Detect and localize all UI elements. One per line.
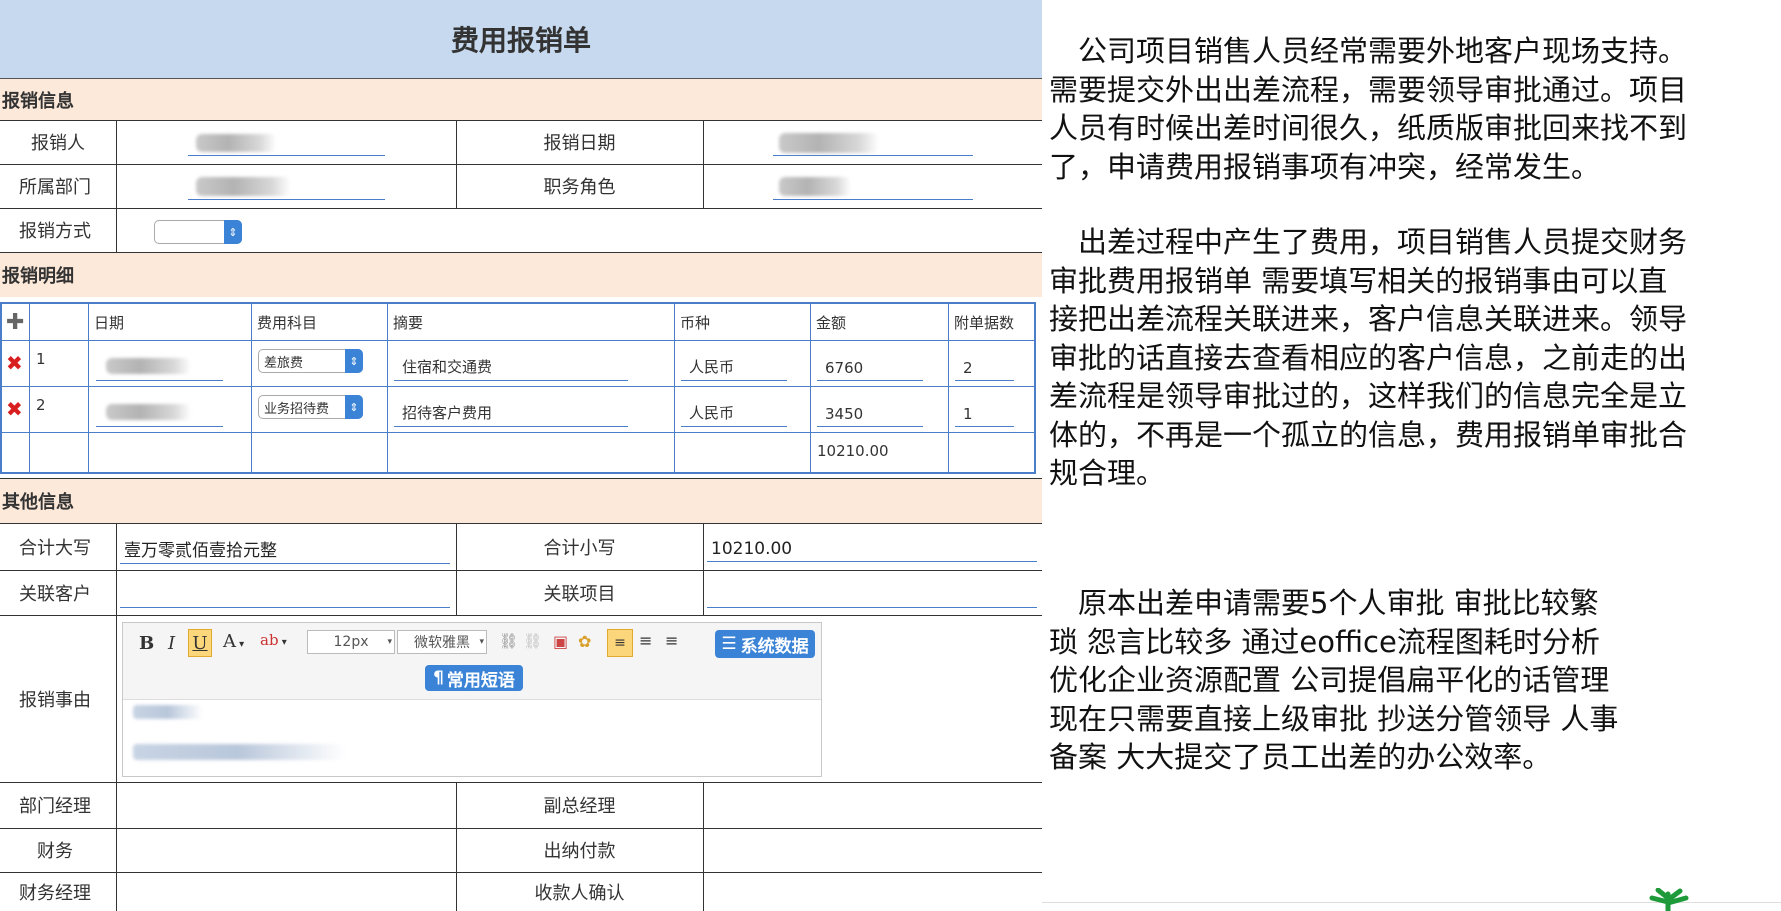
description-paragraph-2: 出差过程中产生了费用，项目销售人员提交财务 审批费用报销单 需要填写相关的报销事… (1049, 225, 1688, 490)
pilcrow-icon: ¶ (433, 668, 444, 688)
applicant-field[interactable] (188, 128, 385, 156)
cashier-label: 出纳付款 (543, 841, 616, 862)
finance-manager-label: 财务经理 (19, 882, 91, 904)
vp-label: 副总经理 (543, 796, 616, 817)
row-currency-field[interactable]: 人民币 (681, 398, 787, 427)
total-lower-field[interactable]: 10210.00 (707, 530, 1037, 562)
column-header-amount: 金额 (816, 313, 847, 332)
expense-report-form: 费用报销单 报销信息 报销人 报销日期 所属部门 职务角色 报销方式 ⇕ 报销明… (0, 0, 1042, 911)
reason-label: 报销事由 (19, 689, 91, 711)
leaf-logo-icon (1649, 888, 1689, 911)
delete-row-icon[interactable]: ✖ (6, 351, 23, 375)
column-header-attachments: 附单据数 (954, 313, 1015, 332)
section-header-info: 报销信息 (0, 79, 1042, 120)
row-category-select[interactable]: 差旅费 ⇕ (258, 349, 363, 373)
image-icon[interactable]: ▣ (553, 632, 568, 651)
project-label: 关联项目 (543, 583, 616, 605)
total-lower-label: 合计小写 (543, 537, 616, 559)
row-number: 1 (36, 350, 46, 368)
dept-manager-label: 部门经理 (19, 796, 91, 817)
row-attachments-field[interactable]: 2 (955, 352, 1014, 381)
updown-icon: ⇕ (345, 349, 363, 373)
section-header-other: 其他信息 (0, 479, 1042, 523)
row-category-select[interactable]: 业务招待费 ⇕ (258, 395, 363, 419)
align-center-icon[interactable]: ≡ (639, 631, 652, 650)
common-phrases-button[interactable]: ¶ 常用短语 (425, 665, 523, 691)
row-summary-field[interactable]: 住宿和交通费 (394, 352, 628, 381)
rich-text-editor[interactable]: B I U A ▾ ab ▾ 12px ▾ 微软雅黑 ▾ ⛓ ⛓ ▣ ✿ ≡ ≡ ≡… (122, 622, 822, 777)
underline-button[interactable]: U (188, 629, 212, 657)
row-summary-field[interactable]: 招待客户费用 (394, 398, 628, 427)
date-label: 报销日期 (543, 133, 616, 154)
column-header-currency: 币种 (680, 313, 711, 332)
link-icon[interactable]: ⛓ (499, 632, 518, 650)
date-field[interactable] (773, 128, 973, 156)
department-label: 所属部门 (19, 177, 91, 198)
row-number: 2 (36, 396, 46, 414)
column-header-date: 日期 (94, 313, 125, 332)
updown-icon: ⇕ (224, 220, 242, 244)
finance-label: 财务 (37, 841, 73, 862)
font-family-select[interactable]: 微软雅黑 ▾ (397, 630, 487, 654)
italic-button[interactable]: I (168, 633, 175, 654)
role-label: 职务角色 (543, 177, 616, 198)
row-amount-field[interactable]: 6760 (817, 352, 923, 381)
emoticon-icon[interactable]: ✿ (578, 632, 591, 651)
customer-field[interactable] (120, 578, 450, 608)
department-field[interactable] (188, 172, 385, 200)
detail-total: 10210.00 (817, 442, 889, 460)
applicant-label: 报销人 (31, 133, 85, 154)
total-upper-field[interactable]: 壹万零贰佰壹拾元整 (120, 532, 450, 564)
font-size-select[interactable]: 12px ▾ (307, 630, 395, 654)
form-title: 费用报销单 (0, 0, 1042, 79)
system-data-button[interactable]: ☰ 系统数据 (715, 630, 815, 658)
align-right-icon[interactable]: ≡ (665, 631, 678, 650)
section-header-detail: 报销明细 (0, 253, 1042, 297)
align-left-icon[interactable]: ≡ (607, 629, 633, 657)
role-field[interactable] (773, 172, 973, 200)
row-currency-field[interactable]: 人民币 (681, 352, 787, 381)
row-date-field[interactable] (96, 398, 223, 427)
highlight-icon[interactable]: ab ▾ (260, 631, 287, 649)
method-select[interactable]: ⇕ (154, 220, 242, 244)
unlink-icon[interactable]: ⛓ (523, 632, 542, 650)
column-header-category: 费用科目 (257, 313, 318, 332)
row-date-field[interactable] (96, 352, 223, 381)
customer-label: 关联客户 (19, 583, 91, 605)
column-header-summary: 摘要 (393, 313, 424, 332)
payee-label: 收款人确认 (534, 882, 625, 904)
detail-table: ✚ 日期 费用科目 摘要 币种 金额 附单据数 ✖ 1 差旅费 ⇕ 住宿和交通费 … (0, 302, 1036, 474)
bold-button[interactable]: B (139, 633, 154, 654)
plus-icon[interactable]: ✚ (6, 310, 24, 335)
method-label: 报销方式 (19, 221, 91, 242)
description-paragraph-1: 公司项目销售人员经常需要外地客户现场支持。 需要提交外出出差流程，需要领导审批通… (1049, 34, 1688, 184)
updown-icon: ⇕ (345, 395, 363, 419)
delete-row-icon[interactable]: ✖ (6, 397, 23, 421)
description-paragraph-3: 原本出差申请需要5个人审批 审批比较繁 琐 怨言比较多 通过eoffice流程图… (1049, 586, 1619, 774)
row-attachments-field[interactable]: 1 (955, 398, 1014, 427)
row-amount-field[interactable]: 3450 (817, 398, 923, 427)
database-icon: ☰ (721, 634, 737, 654)
editor-toolbar: B I U A ▾ ab ▾ 12px ▾ 微软雅黑 ▾ ⛓ ⛓ ▣ ✿ ≡ ≡ ≡… (123, 623, 821, 700)
font-color-button[interactable]: A ▾ (223, 631, 244, 652)
total-upper-label: 合计大写 (19, 537, 91, 559)
project-field[interactable] (707, 578, 1037, 608)
